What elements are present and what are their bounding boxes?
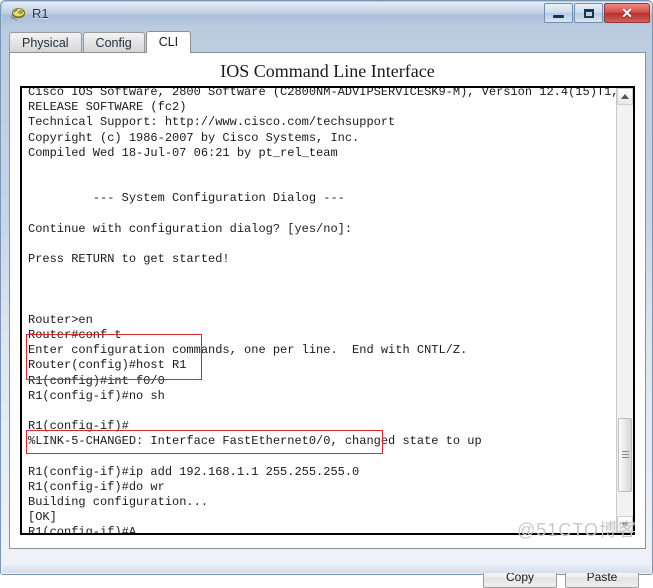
terminal-line: Router>en <box>28 312 93 327</box>
maximize-icon <box>575 4 602 22</box>
minimize-button[interactable] <box>544 3 573 23</box>
router-device-icon <box>10 6 28 24</box>
terminal-line: R1(config-if)#ip add 192.168.1.1 255.255… <box>28 464 360 479</box>
terminal-line: RELEASE SOFTWARE (fc2) <box>28 100 187 115</box>
window-controls: ✕ <box>543 3 650 24</box>
window-bottom-bevel <box>2 565 651 573</box>
scrollbar-grip-icon <box>622 451 629 459</box>
terminal-line: Router#conf t <box>28 328 122 342</box>
terminal-output-area[interactable]: Cisco IOS Software, 2800 Software (C2800… <box>20 86 635 535</box>
router-cli-window: R1 ✕ Physical Config CLI IOS Command Lin… <box>0 0 653 588</box>
title-bar: R1 ✕ <box>2 2 652 28</box>
terminal-line: Technical Support: http://www.cisco.com/… <box>28 115 396 130</box>
terminal-line: Copyright (c) 1986-2007 by Cisco Systems… <box>28 130 360 145</box>
watermark: @51CTO博客 <box>517 520 637 540</box>
terminal-line: --- System Configuration Dialog --- <box>28 191 345 206</box>
terminal-line: Building configuration... <box>28 495 209 510</box>
close-button[interactable]: ✕ <box>604 3 650 23</box>
terminal-line: R1(config-if)#no sh <box>28 388 165 403</box>
tab-cli[interactable]: CLI <box>145 31 192 53</box>
tab-physical[interactable]: Physical <box>9 32 82 53</box>
terminal-line: Continue with configuration dialog? [yes… <box>28 221 353 236</box>
terminal-line: Compiled Wed 18-Jul-07 06:21 by pt_rel_t… <box>28 145 338 160</box>
scroll-up-arrow-icon[interactable] <box>617 88 633 105</box>
terminal-scrollbar[interactable] <box>616 88 633 533</box>
maximize-button[interactable] <box>574 3 603 23</box>
terminal-line: R1(config-if)# <box>28 419 129 434</box>
minimize-icon <box>545 4 572 22</box>
terminal-line: R1(config)#int f0/0 <box>28 373 165 388</box>
terminal-line: Press RETURN to get started! <box>28 252 230 267</box>
cli-tab-panel: IOS Command Line Interface Cisco IOS Sof… <box>9 52 646 588</box>
terminal-line: R1(config-if)#do wr <box>28 479 165 494</box>
terminal-line: %LINK-5-CHANGED: Interface FastEthernet0… <box>28 434 482 449</box>
scrollbar-thumb[interactable] <box>618 418 632 492</box>
window-title: R1 <box>32 6 49 21</box>
terminal-text: Cisco IOS Software, 2800 Software (C2800… <box>28 86 619 533</box>
close-icon: ✕ <box>621 4 633 21</box>
terminal-line: Cisco IOS Software, 2800 Software (C2800… <box>28 86 619 99</box>
terminal-line: Router(config)#host R1 <box>28 358 187 373</box>
tab-config[interactable]: Config <box>82 32 145 53</box>
page-title: IOS Command Line Interface <box>220 61 435 81</box>
tab-strip: Physical Config CLI <box>9 31 646 53</box>
terminal-line: Enter configuration commands, one per li… <box>28 343 468 358</box>
